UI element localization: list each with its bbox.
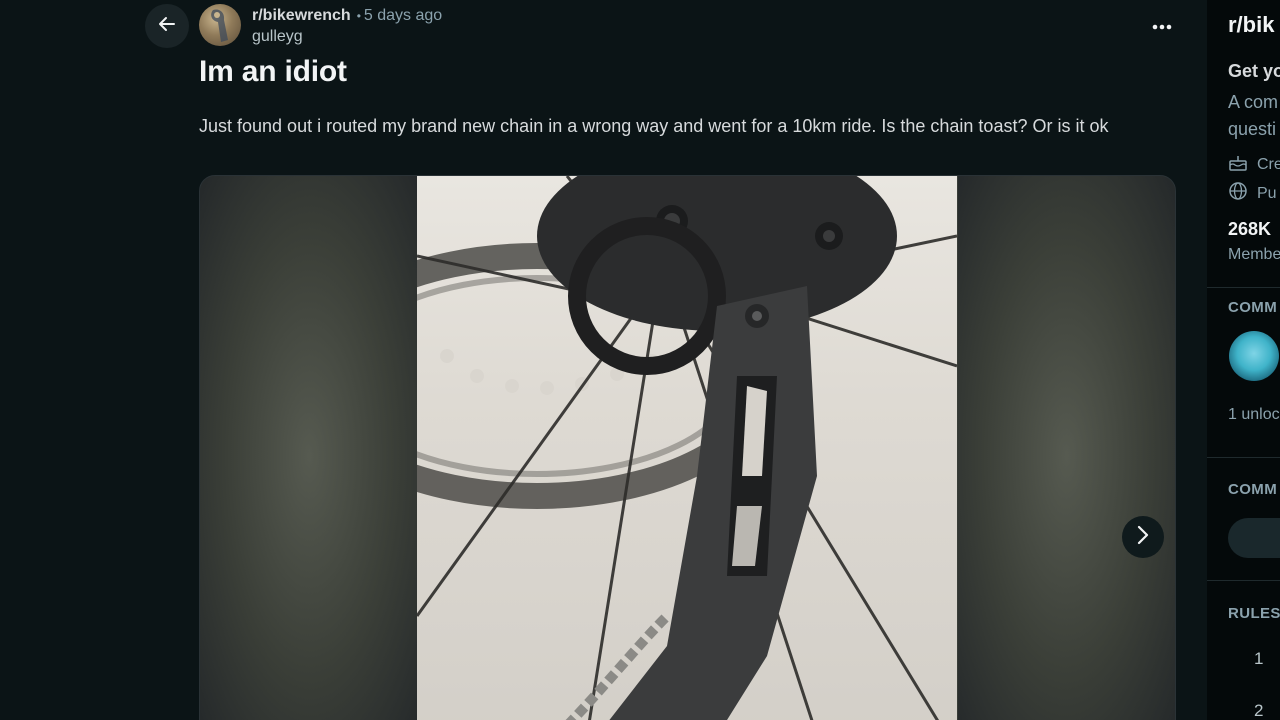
sidebar-created-label: Cre [1257,155,1280,173]
sidebar-unlocked-count[interactable]: 1 unloc [1228,406,1280,424]
next-image-button[interactable] [1122,516,1164,558]
sidebar-rules-heading: RULES [1228,605,1280,622]
subreddit-link[interactable]: r/bikewrench [252,7,351,24]
sidebar-visibility-label: Pu [1257,184,1277,202]
sidebar-divider [1207,580,1280,581]
chevron-right-icon [1136,525,1150,550]
community-sidebar: r/bik Get yo A com questi Cre Pu 268K Me… [1207,0,1280,720]
meta-separator: • [356,9,361,23]
post-body: Just found out i routed my brand new cha… [199,116,1109,136]
sidebar-tagline: Get yo [1228,61,1280,81]
author-link[interactable]: gulleyg [252,27,303,46]
more-horizontal-icon [1152,17,1172,35]
sidebar-divider [1207,287,1280,288]
sidebar-community-heading: COMM [1228,481,1278,498]
rule-number[interactable]: 1 [1254,649,1263,669]
sidebar-description-line: A com [1228,92,1279,112]
globe-icon [1228,181,1248,206]
post-meta: r/bikewrench • 5 days ago [252,6,442,26]
achievement-badge[interactable] [1229,331,1279,381]
arrow-left-icon [156,13,178,40]
sidebar-community-button[interactable] [1228,518,1280,558]
cake-icon [1228,152,1248,177]
back-button[interactable] [145,4,189,48]
more-options-button[interactable] [1144,8,1180,44]
media-gallery[interactable] [199,175,1176,720]
sidebar-achievements-heading: COMM [1228,299,1278,316]
sidebar-community-name[interactable]: r/bik [1228,12,1274,38]
post-image[interactable] [417,176,957,720]
sidebar-members-label: Membe [1228,246,1280,263]
media-backdrop-right [958,176,1175,720]
sidebar-members-count: 268K [1228,219,1272,239]
post-time: 5 days ago [363,7,443,24]
sidebar-created-row: Cre [1228,152,1280,177]
rule-number[interactable]: 2 [1254,701,1263,720]
post-page: r/bikewrench • 5 days ago gulleyg Im an id… [0,0,1280,720]
post-title: Im an idiot [199,55,347,88]
sidebar-visibility-row: Pu [1228,181,1277,206]
sidebar-description-line: questi [1228,119,1277,139]
subreddit-avatar[interactable] [199,4,241,46]
media-backdrop-left [200,176,418,720]
sidebar-divider [1207,457,1280,458]
